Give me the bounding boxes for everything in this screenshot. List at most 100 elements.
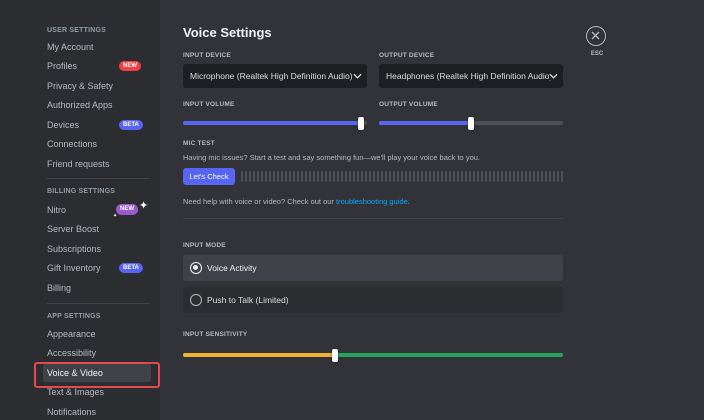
- input-sensitivity-thumb[interactable]: [332, 348, 338, 362]
- meter-tick: [517, 171, 519, 182]
- meter-tick: [361, 171, 363, 182]
- meter-tick: [321, 171, 323, 182]
- sidebar-divider: [47, 178, 150, 179]
- meter-tick: [473, 171, 475, 182]
- meter-tick: [393, 171, 395, 182]
- sidebar-item-accessibility[interactable]: Accessibility: [43, 344, 151, 362]
- help-text-suffix: .: [407, 197, 410, 206]
- sidebar-item-label: Appearance: [47, 329, 96, 339]
- meter-tick: [501, 171, 503, 182]
- voice-activity-option[interactable]: Voice Activity: [183, 255, 563, 281]
- output-volume-thumb[interactable]: [468, 116, 474, 130]
- meter-tick: [357, 171, 359, 182]
- meter-tick: [377, 171, 379, 182]
- sidebar-item-label: Nitro: [47, 205, 67, 215]
- sidebar-item-label: Accessibility: [47, 348, 97, 358]
- sidebar-item-gift-inventory[interactable]: Gift Inventory BETA: [43, 259, 151, 277]
- mic-level-meter: [241, 171, 563, 182]
- output-volume-label: OUTPUT VOLUME: [379, 101, 438, 108]
- output-volume-fill: [379, 121, 471, 125]
- sidebar-item-notifications[interactable]: Notifications: [43, 403, 151, 420]
- meter-tick: [405, 171, 407, 182]
- input-device-label: INPUT DEVICE: [183, 52, 231, 59]
- sidebar-item-privacy-safety[interactable]: Privacy & Safety: [43, 77, 151, 95]
- help-text-prefix: Need help with voice or video? Check out…: [183, 197, 337, 206]
- meter-tick: [437, 171, 439, 182]
- meter-tick: [317, 171, 319, 182]
- meter-tick: [385, 171, 387, 182]
- meter-tick: [469, 171, 471, 182]
- sidebar-item-nitro[interactable]: Nitro NEW ✦ ✦: [43, 200, 151, 219]
- sidebar-item-label: My Account: [47, 42, 94, 52]
- sidebar-item-authorized-apps[interactable]: Authorized Apps: [43, 96, 151, 114]
- meter-tick: [249, 171, 251, 182]
- beta-badge: BETA: [119, 120, 143, 130]
- chevron-down-icon: [353, 72, 362, 80]
- sidebar-item-server-boost[interactable]: Server Boost: [43, 220, 151, 238]
- sidebar-item-label: Friend requests: [47, 159, 110, 169]
- chevron-down-icon: [549, 72, 558, 80]
- meter-tick: [365, 171, 367, 182]
- input-sensitivity-fill: [183, 353, 335, 357]
- sidebar-item-profiles[interactable]: Profiles NEW: [43, 57, 151, 75]
- sidebar-item-appearance[interactable]: Appearance: [43, 325, 151, 343]
- input-volume-slider[interactable]: [183, 116, 367, 130]
- section-divider: [183, 218, 563, 219]
- sidebar-item-label: Notifications: [47, 407, 97, 417]
- output-device-select[interactable]: Headphones (Realtek High Definition Audi…: [379, 64, 563, 88]
- close-button[interactable]: [586, 26, 606, 46]
- sidebar-item-connections[interactable]: Connections: [43, 135, 151, 153]
- sidebar-item-label: Billing: [47, 283, 72, 293]
- meter-tick: [509, 171, 511, 182]
- meter-tick: [553, 171, 555, 182]
- user-settings-header: USER SETTINGS: [47, 27, 106, 34]
- meter-tick: [309, 171, 311, 182]
- input-sensitivity-slider[interactable]: [183, 348, 563, 362]
- meter-tick: [293, 171, 295, 182]
- meter-tick: [453, 171, 455, 182]
- input-volume-thumb[interactable]: [358, 116, 365, 130]
- meter-tick: [373, 171, 375, 182]
- output-volume-slider[interactable]: [379, 116, 563, 130]
- sidebar-item-friend-requests[interactable]: Friend requests: [43, 155, 151, 173]
- input-device-select[interactable]: Microphone (Realtek High Definition Audi…: [183, 64, 367, 88]
- output-device-value: Headphones (Realtek High Definition Audi…: [386, 71, 553, 81]
- meter-tick: [457, 171, 459, 182]
- meter-tick: [561, 171, 563, 182]
- meter-tick: [481, 171, 483, 182]
- help-text: Need help with voice or video? Check out…: [183, 197, 410, 206]
- meter-tick: [529, 171, 531, 182]
- push-to-talk-option[interactable]: Push to Talk (Limited): [183, 287, 563, 313]
- meter-tick: [521, 171, 523, 182]
- meter-tick: [329, 171, 331, 182]
- meter-tick: [549, 171, 551, 182]
- voice-activity-label: Voice Activity: [207, 263, 257, 273]
- sidebar-item-label: Connections: [47, 139, 98, 149]
- meter-tick: [257, 171, 259, 182]
- esc-label: ESC: [590, 51, 604, 57]
- sidebar-item-billing[interactable]: Billing: [43, 279, 151, 297]
- meter-tick: [269, 171, 271, 182]
- troubleshooting-guide-link[interactable]: troubleshooting guide: [336, 197, 408, 206]
- meter-tick: [297, 171, 299, 182]
- highlight-box: [34, 362, 160, 388]
- meter-tick: [325, 171, 327, 182]
- mic-test-label: MIC TEST: [183, 140, 215, 147]
- meter-tick: [541, 171, 543, 182]
- meter-tick: [445, 171, 447, 182]
- billing-settings-header: BILLING SETTINGS: [47, 188, 116, 195]
- meter-tick: [289, 171, 291, 182]
- meter-tick: [525, 171, 527, 182]
- sidebar-item-subscriptions[interactable]: Subscriptions: [43, 240, 151, 258]
- mic-test-description: Having mic issues? Start a test and say …: [183, 153, 480, 162]
- sidebar-item-devices[interactable]: Devices BETA: [43, 116, 151, 134]
- lets-check-button[interactable]: Let's Check: [183, 168, 235, 185]
- meter-tick: [545, 171, 547, 182]
- meter-tick: [337, 171, 339, 182]
- sidebar-item-my-account[interactable]: My Account: [43, 38, 151, 56]
- meter-tick: [441, 171, 443, 182]
- meter-tick: [265, 171, 267, 182]
- sparkle-icon: ✦: [139, 200, 149, 212]
- page-title: Voice Settings: [183, 25, 272, 40]
- meter-tick: [261, 171, 263, 182]
